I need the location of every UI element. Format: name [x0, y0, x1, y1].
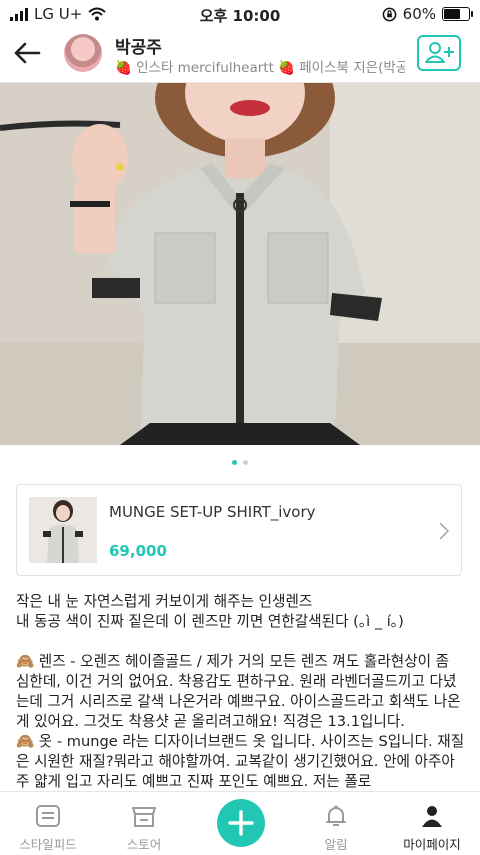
- post-text: 작은 내 눈 자연스럽게 커보이게 해주는 인생렌즈 내 동공 색이 진짜 짙은…: [16, 592, 466, 792]
- back-arrow-icon[interactable]: [12, 38, 42, 68]
- post-paragraph: 🙈 렌즈 - 오렌즈 헤이즐골드 / 제가 거의 모든 렌즈 껴도 홀라현상이 …: [16, 653, 461, 730]
- user-subtitle: 🍓 인스타 mercifulheartt 🍓 페이스북 지은(박공주: [115, 60, 405, 76]
- bell-icon: [326, 805, 346, 826]
- battery-icon: [442, 7, 473, 21]
- user-icon: [422, 806, 442, 827]
- status-bar: LG U+ 오후 10:00 60%: [0, 0, 480, 28]
- profile-header: 박공주 🍓 인스타 mercifulheartt 🍓 페이스북 지은(박공주: [0, 28, 480, 83]
- nav-my-page[interactable]: 마이페이지: [384, 792, 480, 855]
- feed-icon: [36, 805, 60, 827]
- follow-button[interactable]: [417, 35, 461, 71]
- rotation-lock-icon: [382, 7, 396, 21]
- bottom-nav: 스타일피드 스토어 알림 마이페이지: [0, 791, 480, 855]
- battery-percent: 60%: [402, 5, 436, 23]
- product-name: MUNGE SET-UP SHIRT_ivory: [109, 503, 316, 521]
- post-photo[interactable]: [0, 83, 480, 445]
- add-user-icon: [425, 42, 454, 63]
- post-line: 작은 내 눈 자연스럽게 커보이게 해주는 인생렌즈: [16, 593, 313, 610]
- store-icon: [132, 807, 156, 827]
- username[interactable]: 박공주: [115, 33, 162, 58]
- post-line: 내 동공 색이 진짜 짙은데 이 렌즈만 끼면 연한갈색된다 (｡ì _ í｡): [16, 613, 404, 630]
- post-image: [0, 83, 480, 445]
- post-paragraph: 🙈 옷 - munge 라는 디자이너브랜드 옷 입니다. 사이즈는 S입니다.…: [16, 733, 465, 790]
- plus-icon: [228, 810, 254, 836]
- nav-style-feed[interactable]: 스타일피드: [0, 792, 96, 855]
- nav-label: 스토어: [126, 837, 162, 852]
- carousel-indicator: [0, 460, 480, 465]
- carousel-dot-active: [232, 460, 237, 465]
- product-card[interactable]: MUNGE SET-UP SHIRT_ivory 69,000: [16, 484, 462, 576]
- chevron-right-icon: [439, 522, 449, 540]
- nav-store[interactable]: 스토어: [96, 792, 192, 855]
- avatar[interactable]: [64, 34, 102, 72]
- nav-label: 알림: [324, 837, 348, 852]
- nav-notifications[interactable]: 알림: [288, 792, 384, 855]
- carousel-dot: [243, 460, 248, 465]
- nav-label: 마이페이지: [403, 837, 461, 852]
- create-post-button[interactable]: [217, 799, 265, 847]
- product-price: 69,000: [109, 542, 167, 560]
- product-thumbnail: [29, 497, 97, 563]
- nav-label: 스타일피드: [19, 837, 77, 852]
